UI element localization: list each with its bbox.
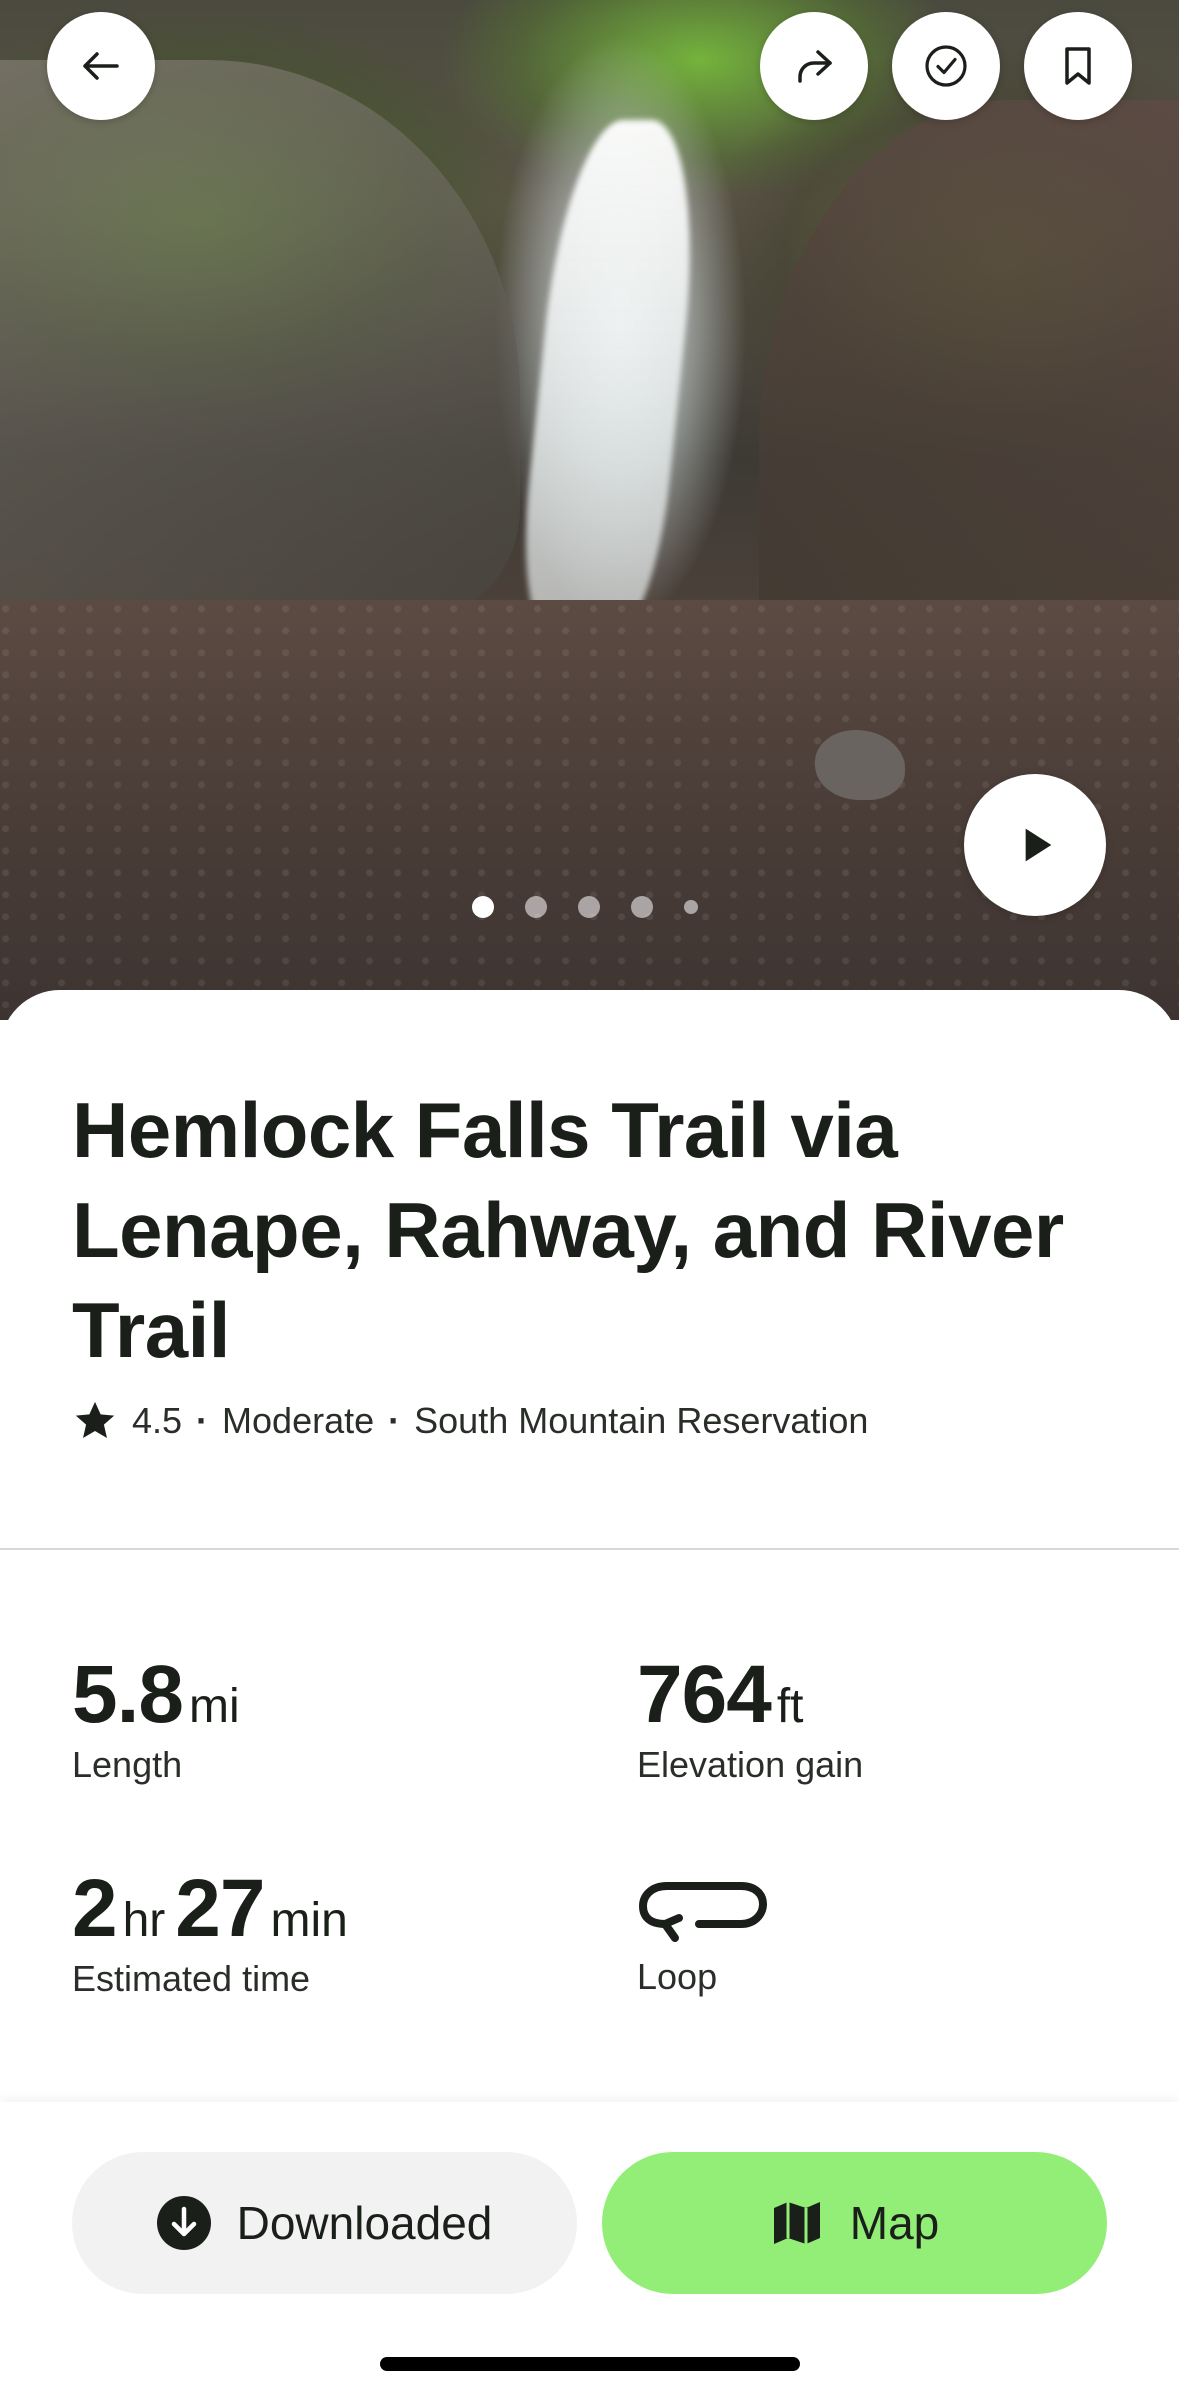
stat-elevation: 764 ft Elevation gain	[637, 1648, 863, 1786]
pagination-dot-active[interactable]	[472, 896, 494, 918]
play-icon	[1025, 828, 1052, 862]
downloaded-label: Downloaded	[236, 2197, 493, 2249]
loop-icon	[637, 1868, 769, 1948]
length-label: Length	[72, 1744, 183, 1785]
check-circle-icon	[925, 45, 967, 87]
home-indicator[interactable]	[380, 2357, 800, 2371]
bookmark-icon	[1065, 47, 1091, 85]
back-button[interactable]	[47, 12, 155, 120]
trail-rating[interactable]: 4.5	[132, 1400, 182, 1442]
photo-waterfall	[512, 120, 708, 640]
trail-meta-row: 4.5 · Moderate · South Mountain Reservat…	[72, 1398, 868, 1444]
length-value: 5.8	[72, 1649, 184, 1740]
downloaded-button[interactable]: Downloaded	[72, 2152, 577, 2294]
share-button[interactable]	[760, 12, 868, 120]
elevation-value: 764	[637, 1649, 772, 1740]
pagination-dot[interactable]	[684, 900, 698, 914]
photo-rock-left	[0, 60, 520, 620]
map-label: Map	[849, 2197, 940, 2249]
meta-separator: ·	[388, 1400, 401, 1441]
elevation-unit: ft	[776, 1680, 804, 1733]
trail-difficulty: Moderate	[222, 1400, 375, 1441]
star-icon	[72, 1398, 118, 1444]
stat-length: 5.8 mi Length	[72, 1648, 250, 1786]
time-label: Estimated time	[72, 1958, 311, 1999]
pagination-dot[interactable]	[525, 896, 547, 918]
arrow-left-icon	[83, 52, 119, 80]
time-hours-value: 2	[72, 1863, 118, 1954]
download-circle-icon	[156, 2196, 211, 2250]
photo-rock-right	[759, 100, 1179, 680]
meta-separator: ·	[196, 1400, 209, 1441]
map-button[interactable]: Map	[602, 2152, 1107, 2294]
bookmark-button[interactable]	[1024, 12, 1132, 120]
pagination-dot[interactable]	[578, 896, 600, 918]
time-minutes-unit: min	[270, 1894, 348, 1947]
play-button[interactable]	[964, 774, 1106, 916]
share-icon	[798, 50, 832, 83]
map-icon	[773, 2202, 820, 2244]
mark-completed-button[interactable]	[892, 12, 1000, 120]
time-minutes-value: 27	[175, 1863, 265, 1954]
elevation-label: Elevation gain	[637, 1744, 864, 1785]
pagination-dot[interactable]	[631, 896, 653, 918]
time-hours-unit: hr	[122, 1894, 166, 1947]
stat-estimated-time: 2 hr 27 min Estimated time	[72, 1862, 358, 2000]
route-type-label: Loop	[637, 1956, 718, 1997]
stat-route-type: Loop	[637, 1862, 769, 1998]
trail-park-link[interactable]: South Mountain Reservation	[414, 1400, 868, 1442]
section-divider	[0, 1548, 1179, 1550]
length-unit: mi	[189, 1680, 240, 1733]
photo-pagination	[472, 896, 698, 918]
trail-title: Hemlock Falls Trail via Lenape, Rahway, …	[72, 1086, 1064, 1374]
